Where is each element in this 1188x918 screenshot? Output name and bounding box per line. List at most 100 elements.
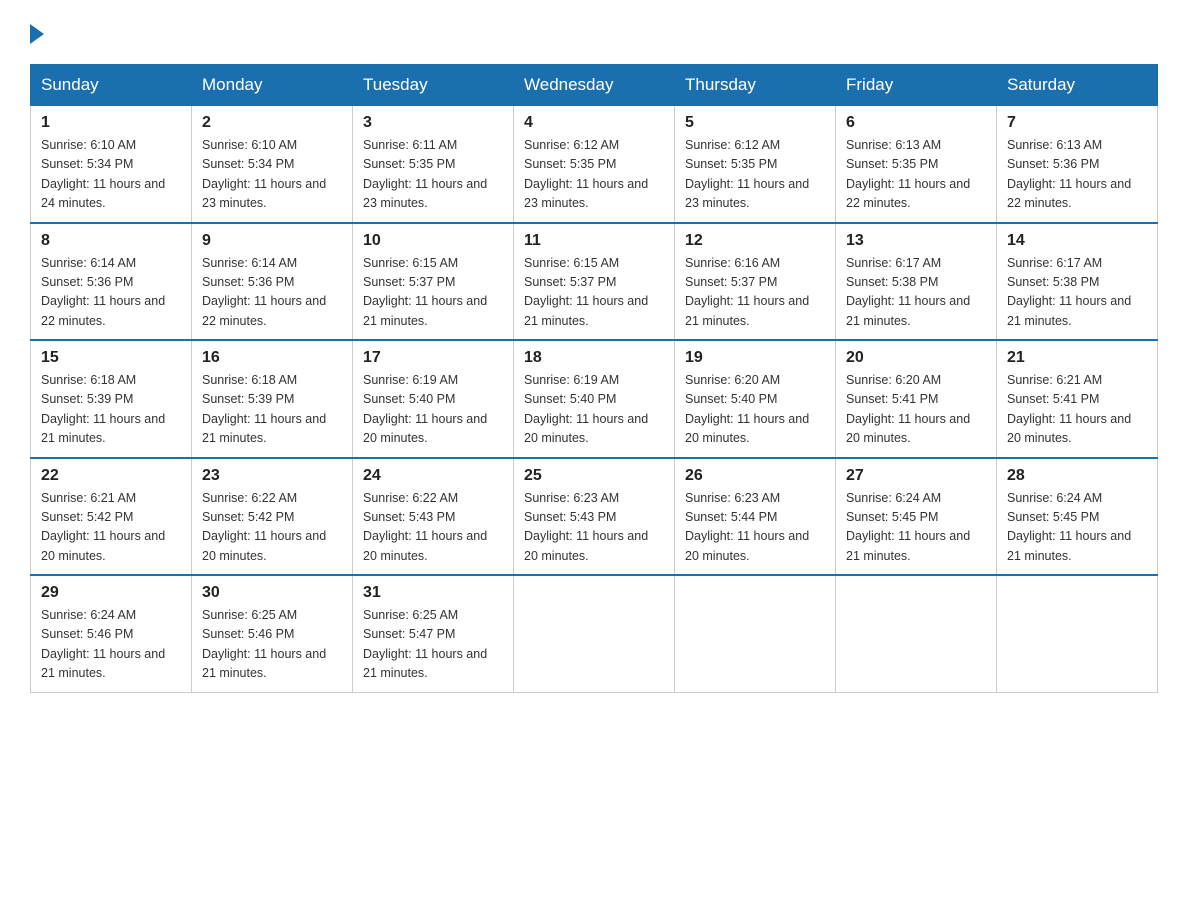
day-number: 24 [363,467,503,485]
calendar-cell: 17 Sunrise: 6:19 AMSunset: 5:40 PMDaylig… [353,340,514,458]
day-number: 3 [363,114,503,132]
day-info: Sunrise: 6:10 AMSunset: 5:34 PMDaylight:… [41,138,165,210]
week-row-3: 15 Sunrise: 6:18 AMSunset: 5:39 PMDaylig… [31,340,1158,458]
day-number: 7 [1007,114,1147,132]
day-info: Sunrise: 6:10 AMSunset: 5:34 PMDaylight:… [202,138,326,210]
day-info: Sunrise: 6:17 AMSunset: 5:38 PMDaylight:… [846,256,970,328]
calendar-header-thursday: Thursday [675,65,836,106]
day-info: Sunrise: 6:11 AMSunset: 5:35 PMDaylight:… [363,138,487,210]
logo-arrow-icon [30,24,44,44]
calendar-header-friday: Friday [836,65,997,106]
day-number: 15 [41,349,181,367]
calendar-cell: 21 Sunrise: 6:21 AMSunset: 5:41 PMDaylig… [997,340,1158,458]
day-number: 10 [363,232,503,250]
day-info: Sunrise: 6:17 AMSunset: 5:38 PMDaylight:… [1007,256,1131,328]
day-number: 29 [41,584,181,602]
day-number: 9 [202,232,342,250]
day-number: 1 [41,114,181,132]
day-number: 11 [524,232,664,250]
day-number: 5 [685,114,825,132]
logo [30,20,44,44]
day-number: 22 [41,467,181,485]
day-info: Sunrise: 6:25 AMSunset: 5:47 PMDaylight:… [363,608,487,680]
day-info: Sunrise: 6:13 AMSunset: 5:35 PMDaylight:… [846,138,970,210]
calendar-cell: 23 Sunrise: 6:22 AMSunset: 5:42 PMDaylig… [192,458,353,576]
calendar-cell: 11 Sunrise: 6:15 AMSunset: 5:37 PMDaylig… [514,223,675,341]
day-info: Sunrise: 6:22 AMSunset: 5:42 PMDaylight:… [202,491,326,563]
day-info: Sunrise: 6:23 AMSunset: 5:43 PMDaylight:… [524,491,648,563]
day-info: Sunrise: 6:25 AMSunset: 5:46 PMDaylight:… [202,608,326,680]
day-number: 8 [41,232,181,250]
calendar-cell [997,575,1158,692]
calendar-cell: 10 Sunrise: 6:15 AMSunset: 5:37 PMDaylig… [353,223,514,341]
calendar-cell: 12 Sunrise: 6:16 AMSunset: 5:37 PMDaylig… [675,223,836,341]
calendar-cell: 14 Sunrise: 6:17 AMSunset: 5:38 PMDaylig… [997,223,1158,341]
calendar-cell: 31 Sunrise: 6:25 AMSunset: 5:47 PMDaylig… [353,575,514,692]
calendar-header-sunday: Sunday [31,65,192,106]
day-info: Sunrise: 6:24 AMSunset: 5:46 PMDaylight:… [41,608,165,680]
calendar-cell: 2 Sunrise: 6:10 AMSunset: 5:34 PMDayligh… [192,106,353,223]
calendar-cell: 29 Sunrise: 6:24 AMSunset: 5:46 PMDaylig… [31,575,192,692]
calendar-cell: 5 Sunrise: 6:12 AMSunset: 5:35 PMDayligh… [675,106,836,223]
day-info: Sunrise: 6:19 AMSunset: 5:40 PMDaylight:… [363,373,487,445]
day-info: Sunrise: 6:14 AMSunset: 5:36 PMDaylight:… [202,256,326,328]
calendar-cell: 9 Sunrise: 6:14 AMSunset: 5:36 PMDayligh… [192,223,353,341]
calendar-cell: 28 Sunrise: 6:24 AMSunset: 5:45 PMDaylig… [997,458,1158,576]
calendar-cell: 8 Sunrise: 6:14 AMSunset: 5:36 PMDayligh… [31,223,192,341]
calendar-cell: 7 Sunrise: 6:13 AMSunset: 5:36 PMDayligh… [997,106,1158,223]
day-info: Sunrise: 6:23 AMSunset: 5:44 PMDaylight:… [685,491,809,563]
week-row-5: 29 Sunrise: 6:24 AMSunset: 5:46 PMDaylig… [31,575,1158,692]
calendar-cell: 30 Sunrise: 6:25 AMSunset: 5:46 PMDaylig… [192,575,353,692]
day-number: 16 [202,349,342,367]
calendar-cell: 18 Sunrise: 6:19 AMSunset: 5:40 PMDaylig… [514,340,675,458]
day-number: 31 [363,584,503,602]
day-number: 12 [685,232,825,250]
day-info: Sunrise: 6:20 AMSunset: 5:41 PMDaylight:… [846,373,970,445]
week-row-2: 8 Sunrise: 6:14 AMSunset: 5:36 PMDayligh… [31,223,1158,341]
day-info: Sunrise: 6:12 AMSunset: 5:35 PMDaylight:… [685,138,809,210]
day-info: Sunrise: 6:20 AMSunset: 5:40 PMDaylight:… [685,373,809,445]
day-info: Sunrise: 6:18 AMSunset: 5:39 PMDaylight:… [202,373,326,445]
calendar-header-monday: Monday [192,65,353,106]
calendar-header-wednesday: Wednesday [514,65,675,106]
day-info: Sunrise: 6:24 AMSunset: 5:45 PMDaylight:… [1007,491,1131,563]
calendar-cell [836,575,997,692]
day-info: Sunrise: 6:18 AMSunset: 5:39 PMDaylight:… [41,373,165,445]
calendar-cell: 22 Sunrise: 6:21 AMSunset: 5:42 PMDaylig… [31,458,192,576]
day-info: Sunrise: 6:21 AMSunset: 5:41 PMDaylight:… [1007,373,1131,445]
calendar-cell: 6 Sunrise: 6:13 AMSunset: 5:35 PMDayligh… [836,106,997,223]
day-number: 25 [524,467,664,485]
calendar-header-tuesday: Tuesday [353,65,514,106]
day-number: 28 [1007,467,1147,485]
calendar-table: SundayMondayTuesdayWednesdayThursdayFrid… [30,64,1158,693]
day-number: 4 [524,114,664,132]
day-number: 27 [846,467,986,485]
day-info: Sunrise: 6:14 AMSunset: 5:36 PMDaylight:… [41,256,165,328]
calendar-cell: 3 Sunrise: 6:11 AMSunset: 5:35 PMDayligh… [353,106,514,223]
day-number: 2 [202,114,342,132]
calendar-cell: 25 Sunrise: 6:23 AMSunset: 5:43 PMDaylig… [514,458,675,576]
calendar-cell: 27 Sunrise: 6:24 AMSunset: 5:45 PMDaylig… [836,458,997,576]
day-info: Sunrise: 6:21 AMSunset: 5:42 PMDaylight:… [41,491,165,563]
week-row-4: 22 Sunrise: 6:21 AMSunset: 5:42 PMDaylig… [31,458,1158,576]
day-info: Sunrise: 6:15 AMSunset: 5:37 PMDaylight:… [363,256,487,328]
day-info: Sunrise: 6:24 AMSunset: 5:45 PMDaylight:… [846,491,970,563]
day-number: 26 [685,467,825,485]
calendar-cell [514,575,675,692]
day-info: Sunrise: 6:16 AMSunset: 5:37 PMDaylight:… [685,256,809,328]
calendar-cell: 26 Sunrise: 6:23 AMSunset: 5:44 PMDaylig… [675,458,836,576]
day-number: 14 [1007,232,1147,250]
day-info: Sunrise: 6:13 AMSunset: 5:36 PMDaylight:… [1007,138,1131,210]
calendar-cell: 24 Sunrise: 6:22 AMSunset: 5:43 PMDaylig… [353,458,514,576]
day-number: 30 [202,584,342,602]
calendar-cell: 4 Sunrise: 6:12 AMSunset: 5:35 PMDayligh… [514,106,675,223]
day-number: 19 [685,349,825,367]
day-number: 6 [846,114,986,132]
day-number: 13 [846,232,986,250]
week-row-1: 1 Sunrise: 6:10 AMSunset: 5:34 PMDayligh… [31,106,1158,223]
day-info: Sunrise: 6:12 AMSunset: 5:35 PMDaylight:… [524,138,648,210]
day-info: Sunrise: 6:22 AMSunset: 5:43 PMDaylight:… [363,491,487,563]
calendar-cell: 15 Sunrise: 6:18 AMSunset: 5:39 PMDaylig… [31,340,192,458]
calendar-cell [675,575,836,692]
day-number: 21 [1007,349,1147,367]
